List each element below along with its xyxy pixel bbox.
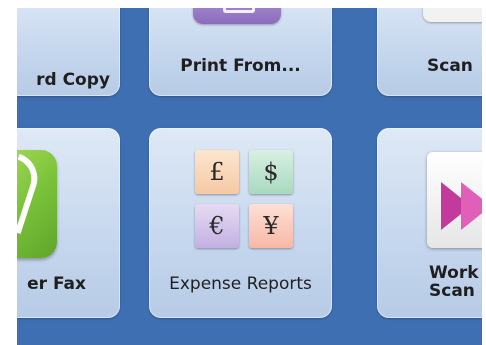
arrow-icon	[461, 182, 482, 230]
app-screen: rd Copy Print From... Scan er Fax £ $ € …	[17, 8, 482, 345]
tile-print-from-label: Print From...	[180, 56, 301, 76]
print-from-icon	[193, 8, 281, 24]
dollar-icon: $	[249, 150, 293, 194]
workflow-scan-icon	[427, 152, 482, 248]
yen-icon: ¥	[249, 204, 293, 248]
tile-scan[interactable]: Scan	[377, 8, 482, 96]
tile-expense-reports-label: Expense Reports	[169, 274, 312, 294]
tile-fax[interactable]: er Fax	[17, 128, 120, 318]
tile-fax-label: er Fax	[27, 274, 86, 294]
tile-workflow-scanning[interactable]: Work Scan	[377, 128, 482, 318]
tile-expense-reports[interactable]: £ $ € ¥ Expense Reports	[149, 128, 332, 318]
fax-phone-icon	[17, 150, 57, 258]
tile-workflow-label-line2: Scan	[429, 281, 475, 301]
pound-icon: £	[195, 150, 239, 194]
tile-copy-label: rd Copy	[36, 70, 110, 90]
tile-print-from[interactable]: Print From...	[149, 8, 332, 96]
euro-icon: €	[195, 204, 239, 248]
scan-icon	[423, 8, 482, 22]
phone-handset-icon	[17, 153, 45, 235]
tile-scan-label: Scan	[427, 56, 473, 76]
tile-workflow-label-line1: Work	[429, 263, 479, 283]
tile-copy[interactable]: rd Copy	[17, 8, 120, 96]
